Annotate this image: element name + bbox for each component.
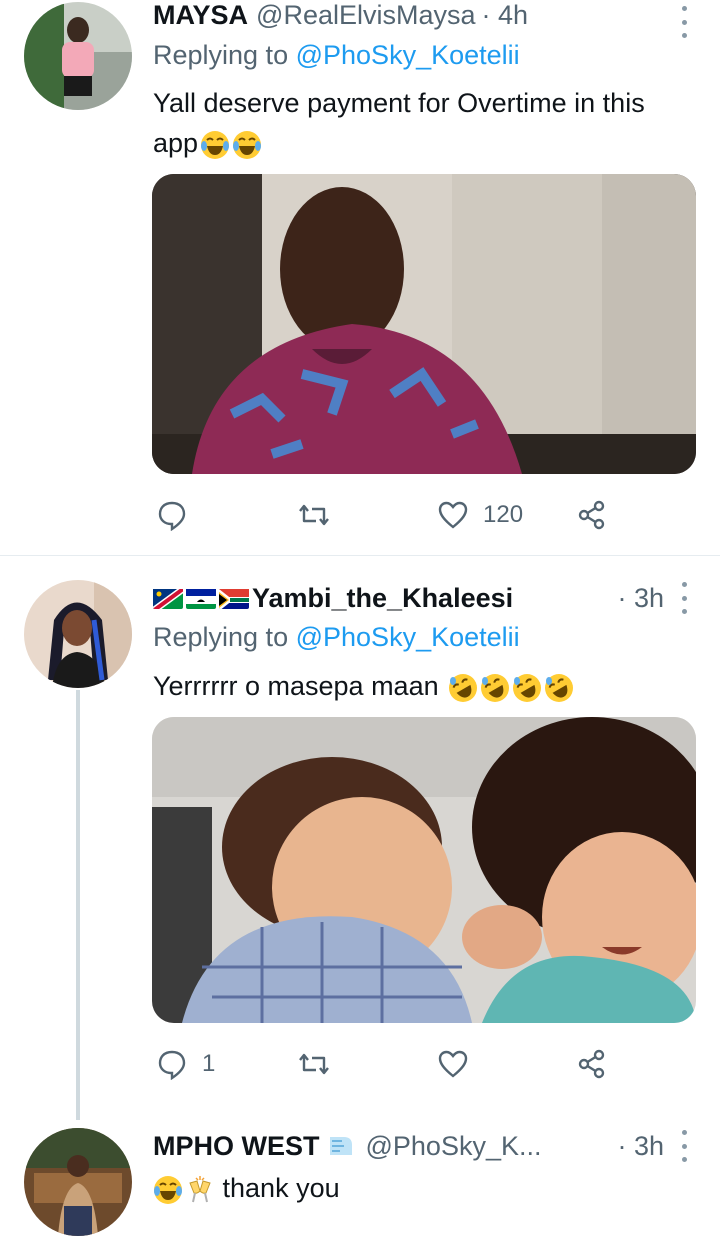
retweet-button[interactable]: [298, 495, 344, 535]
rofl-emoji-icon: [513, 673, 542, 702]
more-options-icon[interactable]: [678, 1130, 690, 1162]
user-handle[interactable]: @PhoSky_K...: [366, 1131, 542, 1162]
tweet-header: MPHO WEST @PhoSky_K... · 3h: [153, 1126, 690, 1166]
joy-emoji-icon: [233, 130, 262, 159]
mention-link[interactable]: @PhoSky_Koetelii: [296, 40, 520, 70]
display-name[interactable]: MPHO WEST: [153, 1131, 320, 1162]
reply-icon: [158, 501, 186, 531]
share-icon: [578, 500, 605, 530]
replying-to: Replying to @PhoSky_Koetelii: [153, 622, 520, 653]
like-button[interactable]: [437, 1044, 483, 1084]
rofl-emoji-icon: [449, 673, 478, 702]
share-button[interactable]: [576, 495, 622, 535]
tweet-header: MAYSA @RealElvisMaysa · 4h: [153, 0, 690, 35]
heart-icon: [438, 501, 468, 529]
replying-to: Replying to @PhoSky_Koetelii: [153, 40, 520, 71]
retweet-icon: [299, 1053, 329, 1075]
rofl-emoji-icon: [481, 673, 510, 702]
reply-icon: [158, 1050, 186, 1080]
joy-emoji-icon: [154, 1175, 182, 1204]
mention-link[interactable]: @PhoSky_Koetelii: [296, 622, 520, 652]
tweet-time[interactable]: · 3h: [617, 1131, 664, 1162]
tweet-text: Yerrrrrr o masepa maan: [153, 666, 673, 706]
more-options-icon[interactable]: [678, 6, 690, 38]
tweet-image[interactable]: [152, 174, 696, 474]
avatar[interactable]: [24, 1128, 132, 1236]
retweet-button[interactable]: [298, 1044, 344, 1084]
like-button[interactable]: 120: [437, 495, 523, 535]
tweet-text: thank you: [153, 1168, 673, 1208]
tweet-maysa[interactable]: MAYSA @RealElvisMaysa · 4h Replying to @…: [0, 0, 720, 555]
tweet-time[interactable]: · 3h: [617, 583, 664, 614]
share-button[interactable]: [576, 1044, 622, 1084]
more-options-icon[interactable]: [678, 582, 690, 614]
namibia-flag-icon: [153, 587, 183, 609]
display-name[interactable]: MAYSA: [153, 0, 248, 31]
tweet-text-body: Yerrrrrr o masepa maan: [153, 671, 439, 701]
replying-label: Replying to: [153, 40, 289, 70]
user-handle[interactable]: @RealElvisMaysa: [256, 0, 475, 31]
tweet-header: Yambi_the_Khaleesi · 3h: [153, 578, 690, 618]
display-name[interactable]: Yambi_the_Khaleesi: [252, 583, 513, 614]
tweet-image[interactable]: [152, 717, 696, 1023]
clinking-glasses-emoji-icon: [189, 1175, 211, 1203]
south-africa-flag-icon: [219, 587, 249, 609]
reply-button[interactable]: 1: [156, 1044, 215, 1084]
tweet-time[interactable]: · 4h: [482, 0, 529, 31]
tweet-actions: 120: [152, 495, 612, 535]
wind-face-emoji-icon: [329, 1137, 352, 1155]
lesotho-flag-icon: [186, 587, 216, 609]
retweet-icon: [299, 504, 329, 526]
share-icon: [578, 1049, 605, 1079]
replying-label: Replying to: [153, 622, 289, 652]
tweet-text-body: thank you: [222, 1173, 340, 1203]
tweet-text: Yall deserve payment for Overtime in thi…: [153, 83, 673, 163]
avatar[interactable]: [24, 580, 132, 688]
reply-count: 1: [202, 1050, 216, 1077]
reply-button[interactable]: [156, 495, 202, 535]
joy-emoji-icon: [201, 130, 230, 159]
like-count: 120: [483, 501, 524, 528]
avatar[interactable]: [24, 2, 132, 110]
tweet-yambi[interactable]: Yambi_the_Khaleesi · 3h Replying to @Pho…: [0, 556, 720, 1106]
tweet-actions: 1: [152, 1044, 612, 1084]
tweet-mpho-west[interactable]: MPHO WEST @PhoSky_K... · 3h thank you: [0, 1106, 720, 1236]
rofl-emoji-icon: [545, 673, 574, 702]
heart-icon: [438, 1050, 468, 1078]
